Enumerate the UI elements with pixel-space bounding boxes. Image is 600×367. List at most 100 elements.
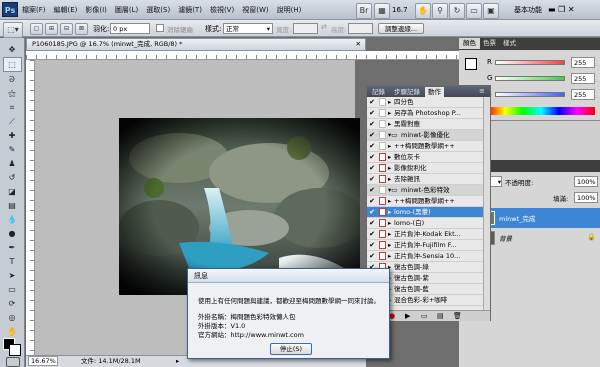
- rect-marquee-tool-icon[interactable]: ⬚: [2, 57, 22, 72]
- toggle-item-checkbox[interactable]: ✔: [368, 197, 376, 205]
- toggle-item-checkbox[interactable]: ✔: [368, 252, 376, 260]
- tab-swatches[interactable]: 色票: [479, 38, 500, 49]
- toggle-dialog-icon[interactable]: [379, 230, 386, 238]
- delete-icon[interactable]: 🗑: [453, 312, 462, 320]
- document-tab[interactable]: P1060185.JPG @ 16.7% (minwt_完成, RGB/8) *…: [26, 38, 366, 51]
- action-row[interactable]: ✔ ▸ ++梅問題數學網++: [367, 141, 483, 152]
- crop-tool-icon[interactable]: ⌗: [4, 101, 21, 114]
- close-icon[interactable]: ✕: [568, 5, 575, 14]
- minimize-icon[interactable]: ▬: [548, 5, 556, 14]
- brush-tool-icon[interactable]: ✎: [4, 143, 21, 156]
- feather-input[interactable]: 0 px: [110, 23, 150, 34]
- style-select[interactable]: 正常 ▾: [223, 23, 273, 34]
- menu-layer[interactable]: 圖層(L): [115, 5, 138, 15]
- tab-step-history[interactable]: 步驟記錄: [391, 87, 423, 97]
- zoom-level[interactable]: 16.7: [392, 3, 408, 17]
- background-color-swatch[interactable]: [9, 344, 21, 356]
- menu-image[interactable]: 影像(I): [85, 5, 107, 15]
- channel-slider[interactable]: [495, 76, 565, 81]
- tab-styles[interactable]: 樣式: [499, 38, 520, 49]
- toggle-dialog-icon[interactable]: [379, 120, 386, 128]
- expand-triangle-icon[interactable]: ▸: [388, 174, 391, 184]
- opacity-input[interactable]: 100%: [574, 176, 598, 187]
- 3d-orbit-tool-icon[interactable]: ◎: [4, 311, 21, 324]
- toggle-dialog-icon[interactable]: [379, 252, 386, 260]
- workspace-switcher[interactable]: 基本功能: [514, 5, 542, 15]
- toggle-dialog-icon[interactable]: [379, 197, 386, 205]
- channel-slider[interactable]: [495, 60, 565, 65]
- menu-edit[interactable]: 編輯(E): [54, 5, 78, 15]
- horizontal-ruler[interactable]: [26, 51, 500, 60]
- action-row[interactable]: ✔ ▸ ++梅問題數學網++: [367, 196, 483, 207]
- 3d-rotate-tool-icon[interactable]: ⟳: [4, 297, 21, 310]
- toggle-dialog-icon[interactable]: [379, 164, 386, 172]
- menu-select[interactable]: 選取(S): [146, 5, 170, 15]
- folder-icon[interactable]: ▾▭: [388, 185, 397, 195]
- expand-triangle-icon[interactable]: ▸: [388, 207, 391, 217]
- panel-menu-icon[interactable]: ≡: [479, 86, 485, 96]
- toggle-dialog-icon[interactable]: [379, 142, 386, 150]
- folder-icon[interactable]: ▾▭: [388, 130, 397, 140]
- new-set-icon[interactable]: ▭: [421, 312, 428, 320]
- menu-view[interactable]: 檢視(V): [210, 5, 234, 15]
- expand-triangle-icon[interactable]: ▸: [388, 163, 391, 173]
- action-set-row[interactable]: ✔ ▾▭ minwt-色彩特效: [367, 185, 483, 196]
- expand-triangle-icon[interactable]: ▸: [388, 240, 391, 250]
- expand-triangle-icon[interactable]: ▸: [388, 196, 391, 206]
- action-row[interactable]: ✔ ▸ lomo-(黑暈): [367, 207, 483, 218]
- action-row[interactable]: ✔ ▸ lomo-(白): [367, 218, 483, 229]
- expand-triangle-icon[interactable]: ▸: [388, 251, 391, 261]
- intersect-selection-icon[interactable]: ⊠: [75, 23, 88, 35]
- toggle-dialog-icon[interactable]: [379, 175, 386, 183]
- toggle-item-checkbox[interactable]: ✔: [368, 98, 376, 106]
- dodge-tool-icon[interactable]: ●: [4, 227, 21, 240]
- toggle-item-checkbox[interactable]: ✔: [368, 230, 376, 238]
- toggle-item-checkbox[interactable]: ✔: [368, 153, 376, 161]
- stop-button[interactable]: 停止(S): [270, 343, 312, 355]
- zoom-status[interactable]: 16.67%: [28, 356, 58, 366]
- toggle-item-checkbox[interactable]: ✔: [368, 186, 376, 194]
- quick-mask-icon[interactable]: [6, 357, 20, 367]
- arrange-documents-icon[interactable]: ▭: [466, 3, 482, 19]
- channel-value-input[interactable]: 255: [571, 89, 595, 100]
- action-row[interactable]: ✔ ▸ 另存為 Photoshop P...: [367, 108, 483, 119]
- marquee-preset-icon[interactable]: ⬚▾: [3, 22, 23, 38]
- swap-icon[interactable]: ⇄: [321, 23, 327, 31]
- new-action-icon[interactable]: ▤: [437, 312, 444, 320]
- action-row[interactable]: ✔ ▸ 黑霧對應: [367, 119, 483, 130]
- toggle-item-checkbox[interactable]: ✔: [368, 175, 376, 183]
- action-row[interactable]: ✔ ▸ 正片負沖-Fujifilm F...: [367, 240, 483, 251]
- lasso-tool-icon[interactable]: ᘐ: [4, 73, 21, 86]
- play-icon[interactable]: ▶: [405, 312, 410, 320]
- healing-brush-tool-icon[interactable]: ✚: [4, 129, 21, 142]
- expand-triangle-icon[interactable]: ▸: [388, 141, 391, 151]
- toggle-item-checkbox[interactable]: ✔: [368, 131, 376, 139]
- menu-file[interactable]: 檔案(F): [22, 5, 46, 15]
- blur-tool-icon[interactable]: 💧: [4, 213, 21, 226]
- magic-wand-tool-icon[interactable]: ⚝: [4, 87, 21, 100]
- vertical-ruler[interactable]: [26, 60, 35, 355]
- new-selection-icon[interactable]: ▢: [30, 23, 43, 35]
- antialias-checkbox[interactable]: [156, 24, 164, 32]
- expand-triangle-icon[interactable]: ▸: [388, 229, 391, 239]
- rotate-view-icon[interactable]: ↻: [449, 3, 465, 19]
- toggle-dialog-icon[interactable]: [379, 109, 386, 117]
- clone-stamp-tool-icon[interactable]: ♟: [4, 157, 21, 170]
- tab-actions[interactable]: 動作: [425, 87, 444, 97]
- expand-triangle-icon[interactable]: ▸: [388, 97, 391, 107]
- toggle-dialog-icon[interactable]: [379, 186, 386, 194]
- gradient-tool-icon[interactable]: ▤: [4, 199, 21, 212]
- path-selection-tool-icon[interactable]: ➤: [4, 269, 21, 282]
- channel-slider[interactable]: [495, 92, 565, 97]
- menu-help[interactable]: 說明(H): [277, 5, 302, 15]
- toggle-dialog-icon[interactable]: [379, 131, 386, 139]
- action-row[interactable]: ✔ ▸ 影像銳利化: [367, 163, 483, 174]
- refine-edge-button[interactable]: 調整邊緣...: [378, 23, 424, 34]
- action-row[interactable]: ✔ ▸ 正片負沖-Sensia 10...: [367, 251, 483, 262]
- toggle-item-checkbox[interactable]: ✔: [368, 219, 376, 227]
- color-spectrum-ramp[interactable]: [487, 107, 595, 115]
- width-input[interactable]: [293, 23, 318, 34]
- channel-value-input[interactable]: 255: [571, 73, 595, 84]
- toggle-dialog-icon[interactable]: [379, 208, 386, 216]
- hand-tool-icon[interactable]: ✋: [4, 325, 21, 338]
